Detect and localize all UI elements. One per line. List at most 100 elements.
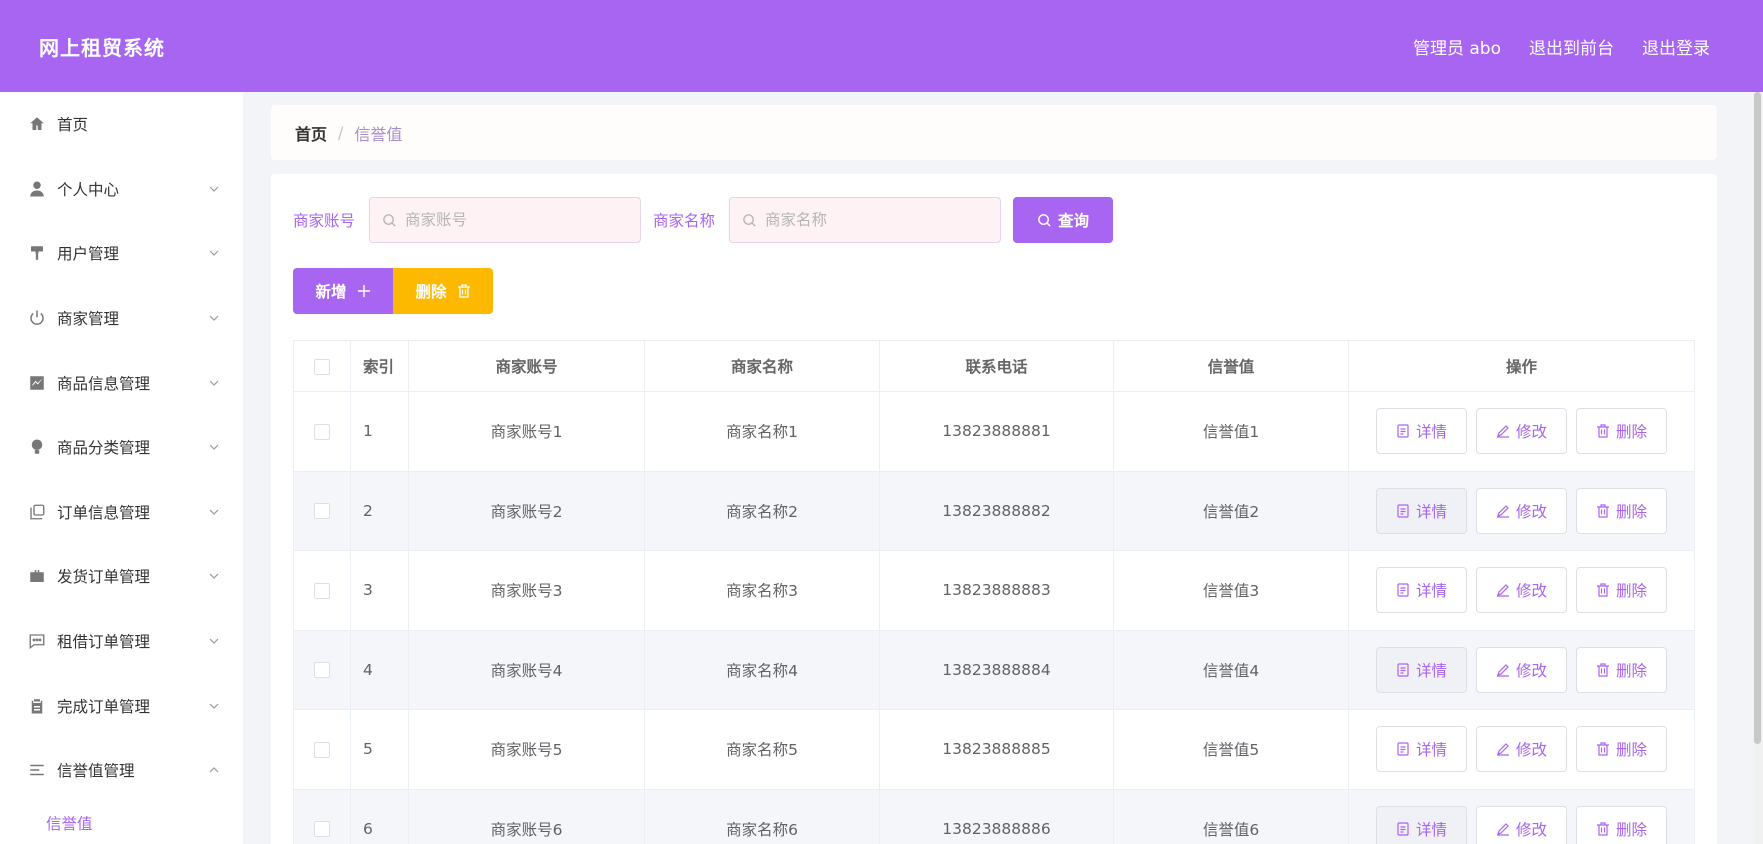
search-icon: [743, 213, 756, 227]
row-checkbox[interactable]: [314, 662, 330, 679]
chevron-down-icon: [209, 251, 219, 257]
scrollbar-thumb[interactable]: [1754, 92, 1761, 744]
app-title: 网上租贸系统: [39, 35, 165, 60]
delete-button[interactable]: 删除: [1576, 408, 1667, 455]
sidebar-item-profile[interactable]: 个人中心: [0, 157, 243, 222]
edit-button[interactable]: 修改: [1476, 726, 1567, 773]
detail-button[interactable]: 详情: [1376, 726, 1467, 773]
edit-button-label: 修改: [1515, 423, 1547, 442]
detail-button[interactable]: 详情: [1376, 408, 1467, 455]
edit-button[interactable]: 修改: [1476, 567, 1567, 614]
sidebar-item-shipping[interactable]: 发货订单管理: [0, 544, 243, 609]
account-label: 商家账号: [293, 212, 356, 230]
trash-icon: [1596, 504, 1609, 518]
delete-button[interactable]: 删除: [1576, 805, 1667, 844]
sidebar-item-users[interactable]: 用户管理: [0, 221, 243, 286]
edit-button[interactable]: 修改: [1476, 408, 1567, 455]
cell-name: 商家名称3: [644, 550, 880, 631]
sidebar-item-completed[interactable]: 完成订单管理: [0, 673, 243, 738]
delete-button[interactable]: 删除: [1576, 487, 1667, 534]
pencil-icon: [1496, 822, 1509, 836]
delete-button[interactable]: 删除: [1576, 567, 1667, 614]
menu-lines-icon: [27, 760, 47, 780]
detail-button-label: 详情: [1415, 502, 1447, 521]
column-header-index: 索引: [350, 340, 409, 392]
add-button-label: 新增: [315, 283, 347, 301]
breadcrumb-current: 信誉值: [354, 124, 403, 144]
cell-actions: 详情 修改 删除: [1348, 630, 1695, 710]
cell-phone: 13823888886: [879, 789, 1114, 844]
row-checkbox[interactable]: [314, 503, 330, 520]
cell-index: 5: [350, 709, 409, 790]
edit-button-label: 修改: [1515, 661, 1547, 680]
document-icon: [1397, 583, 1409, 597]
sidebar-item-credit[interactable]: 信誉值管理: [0, 738, 243, 803]
sidebar-item-label: 用户管理: [57, 245, 120, 264]
sidebar-item-rentals[interactable]: 租借订单管理: [0, 609, 243, 674]
breadcrumb-home[interactable]: 首页: [295, 121, 327, 145]
merchant-credit-table: 索引 商家账号 商家名称 联系电话 信誉值 操作 1 商家账号1 商家名称1 1382…: [293, 340, 1695, 844]
paint-roller-icon: [27, 243, 47, 263]
admin-user-link[interactable]: 管理员 abo: [1413, 34, 1501, 59]
exit-to-frontend-link[interactable]: 退出到前台: [1529, 34, 1614, 59]
batch-delete-button-label: 删除: [415, 283, 447, 301]
cell-phone: 13823888885: [879, 709, 1114, 790]
power-icon: [27, 308, 47, 328]
cell-actions: 详情 修改 删除: [1348, 550, 1695, 631]
search-icon: [1038, 213, 1051, 227]
document-icon: [1397, 822, 1409, 836]
query-button[interactable]: 查询: [1013, 197, 1114, 243]
delete-button[interactable]: 删除: [1576, 726, 1667, 773]
detail-button[interactable]: 详情: [1376, 646, 1467, 693]
cell-index: 4: [350, 630, 409, 710]
sidebar-item-label: 信誉值管理: [57, 762, 135, 781]
sidebar-subitem-credit[interactable]: 信誉值: [0, 803, 243, 843]
name-search-input[interactable]: [765, 211, 986, 229]
column-header-name: 商家名称: [644, 340, 880, 392]
batch-delete-button[interactable]: 删除: [393, 268, 493, 314]
logout-link[interactable]: 退出登录: [1642, 34, 1710, 59]
sidebar-item-orders[interactable]: 订单信息管理: [0, 480, 243, 545]
name-label: 商家名称: [653, 212, 716, 230]
row-checkbox[interactable]: [314, 741, 330, 758]
pencil-icon: [1496, 425, 1509, 438]
clipboard-icon: [27, 696, 47, 716]
briefcase-icon: [27, 566, 47, 586]
name-search-box[interactable]: [729, 197, 1002, 243]
table-header-row: 索引 商家账号 商家名称 联系电话 信誉值 操作: [293, 340, 1695, 392]
add-button[interactable]: 新增: [293, 268, 393, 314]
chevron-down-icon: [209, 315, 219, 321]
select-all-checkbox[interactable]: [314, 358, 330, 375]
sidebar-item-label: 租借订单管理: [57, 633, 151, 652]
cell-credit: 信誉值4: [1113, 630, 1349, 710]
table-row: 4 商家账号4 商家名称4 13823888884 信誉值4 详情 修改 删除: [293, 630, 1695, 710]
row-select-cell: [293, 391, 351, 472]
user-icon: [27, 179, 47, 199]
detail-button[interactable]: 详情: [1376, 805, 1467, 844]
edit-button[interactable]: 修改: [1476, 487, 1567, 534]
sidebar-item-products[interactable]: 商品信息管理: [0, 350, 243, 415]
delete-button-label: 删除: [1615, 661, 1647, 680]
edit-button-label: 修改: [1515, 502, 1547, 521]
select-all-cell: [293, 340, 351, 392]
column-header-credit: 信誉值: [1113, 340, 1349, 392]
cell-phone: 13823888884: [879, 630, 1114, 710]
row-checkbox[interactable]: [314, 423, 330, 440]
account-search-box[interactable]: [369, 197, 642, 243]
sidebar-item-home[interactable]: 首页: [0, 92, 243, 157]
pencil-icon: [1496, 743, 1509, 756]
detail-button[interactable]: 详情: [1376, 567, 1467, 614]
row-checkbox[interactable]: [314, 821, 330, 838]
sidebar-item-merchants[interactable]: 商家管理: [0, 286, 243, 351]
row-checkbox[interactable]: [314, 582, 330, 599]
edit-button-label: 修改: [1515, 741, 1547, 760]
cell-actions: 详情 修改 删除: [1348, 471, 1695, 551]
pencil-icon: [1496, 663, 1509, 677]
account-search-input[interactable]: [405, 211, 626, 229]
delete-button[interactable]: 删除: [1576, 646, 1667, 693]
edit-button[interactable]: 修改: [1476, 646, 1567, 693]
cell-credit: 信誉值2: [1113, 471, 1349, 551]
detail-button[interactable]: 详情: [1376, 487, 1467, 534]
edit-button[interactable]: 修改: [1476, 805, 1567, 844]
sidebar-item-categories[interactable]: 商品分类管理: [0, 415, 243, 480]
